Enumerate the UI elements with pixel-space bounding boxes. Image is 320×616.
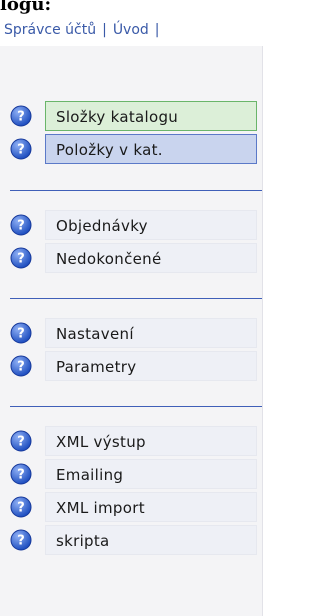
help-icon[interactable]: ? [10, 355, 32, 377]
nav-link-accounts[interactable]: Správce účtů [4, 22, 96, 38]
page-title: logu: [0, 0, 52, 15]
help-icon[interactable]: ? [10, 214, 32, 236]
svg-text:?: ? [17, 110, 25, 125]
help-icon[interactable]: ? [10, 105, 32, 127]
sidebar-item-label: Emailing [45, 459, 257, 489]
sidebar-border [262, 46, 263, 616]
sidebar-item-settings[interactable]: ? Nastavení [10, 318, 262, 348]
sidebar-item-xml-output[interactable]: ? XML výstup [10, 426, 262, 456]
svg-text:?: ? [17, 468, 25, 483]
help-icon[interactable]: ? [10, 496, 32, 518]
svg-text:?: ? [17, 501, 25, 516]
help-icon[interactable]: ? [10, 463, 32, 485]
help-icon[interactable]: ? [10, 430, 32, 452]
sidebar-item-label: Parametry [45, 351, 257, 381]
sidebar-item-catalog-items[interactable]: ? Položky v kat. [10, 134, 262, 164]
help-icon[interactable]: ? [10, 138, 32, 160]
sidebar-item-emailing[interactable]: ? Emailing [10, 459, 262, 489]
svg-text:?: ? [17, 252, 25, 267]
svg-text:?: ? [17, 435, 25, 450]
sidebar-item-label: Položky v kat. [45, 134, 257, 164]
sidebar-item-scripts[interactable]: ? skripta [10, 525, 262, 555]
sidebar-item-label: XML import [45, 492, 257, 522]
sidebar-item-unfinished[interactable]: ? Nedokončené [10, 243, 262, 273]
sidebar-item-xml-import[interactable]: ? XML import [10, 492, 262, 522]
sidebar-item-catalog-folders[interactable]: ? Složky katalogu [10, 101, 262, 131]
sidebar-item-label: XML výstup [45, 426, 257, 456]
divider [10, 190, 262, 191]
help-icon[interactable]: ? [10, 247, 32, 269]
help-icon[interactable]: ? [10, 529, 32, 551]
help-icon[interactable]: ? [10, 322, 32, 344]
sidebar-item-label: Nastavení [45, 318, 257, 348]
sidebar-item-label: Složky katalogu [45, 101, 257, 131]
nav-link-home[interactable]: Úvod [113, 22, 149, 38]
svg-text:?: ? [17, 219, 25, 234]
sidebar-item-parameters[interactable]: ? Parametry [10, 351, 262, 381]
svg-text:?: ? [17, 360, 25, 375]
nav-separator: | [102, 22, 107, 38]
svg-text:?: ? [17, 327, 25, 342]
sidebar-item-label: Nedokončené [45, 243, 257, 273]
sidebar-item-label: skripta [45, 525, 257, 555]
divider [10, 406, 262, 407]
nav-separator: | [154, 22, 160, 38]
svg-text:?: ? [17, 534, 25, 549]
divider [10, 298, 262, 299]
sidebar-item-orders[interactable]: ? Objednávky [10, 210, 262, 240]
svg-text:?: ? [17, 143, 25, 158]
sidebar-item-label: Objednávky [45, 210, 257, 240]
top-navigation: Správce účtů | Úvod | [0, 18, 280, 42]
